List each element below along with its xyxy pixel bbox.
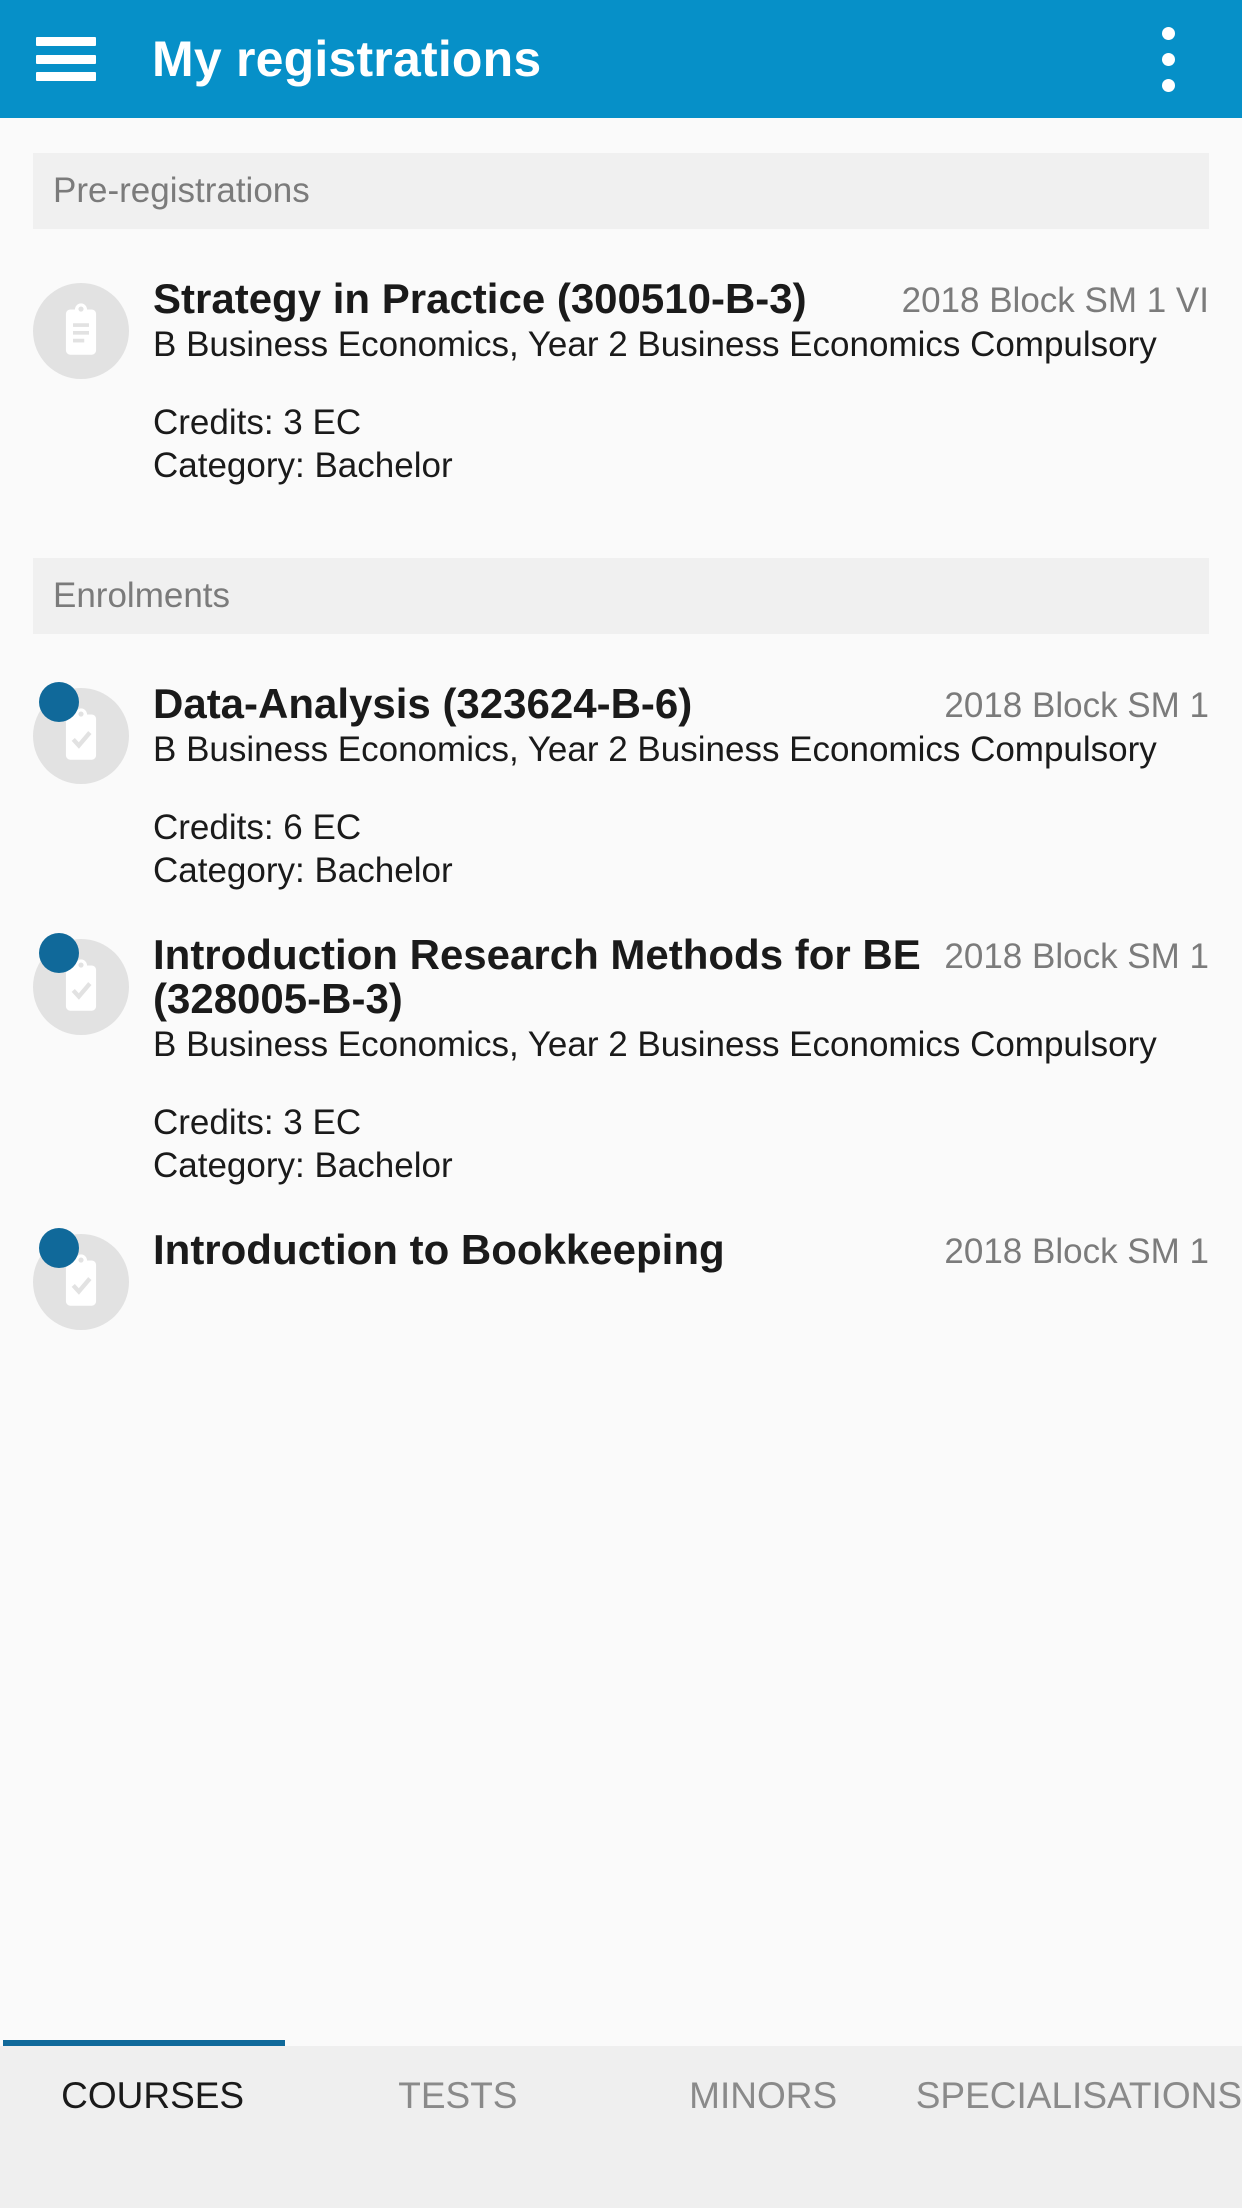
course-block: 2018 Block SM 1 VI (901, 281, 1209, 320)
section-header-label: Enrolments (53, 575, 231, 615)
course-details: Data-Analysis (323624-B-6) 2018 Block SM… (143, 679, 1209, 893)
course-title: Introduction to Bookkeeping (153, 1225, 725, 1273)
hamburger-bar-3 (36, 72, 96, 81)
more-dot-1 (1161, 26, 1175, 40)
hamburger-bar-2 (36, 54, 96, 64)
hamburger-menu-icon[interactable] (36, 37, 96, 81)
enrolment-status-badge (39, 932, 79, 973)
course-meta: Credits: 3 EC Category: Bachelor (153, 1102, 1209, 1187)
course-credits: Credits: 3 EC (153, 403, 362, 443)
list-item[interactable]: Introduction Research Methods for BE (32… (0, 893, 1242, 1188)
course-block: 2018 Block SM 1 (944, 1231, 1209, 1271)
tab-courses[interactable]: COURSES (0, 2075, 305, 2117)
course-title-line: Introduction Research Methods for BE (32… (153, 930, 1209, 1022)
section-header-pre-registrations: Pre-registrations (33, 153, 1209, 229)
course-details: Strategy in Practice (300510-B-3) 2018 B… (143, 275, 1209, 488)
course-category: Category: Bachelor (153, 446, 453, 486)
clipboard-icon (33, 283, 129, 379)
course-avatar (33, 681, 143, 893)
course-avatar (33, 932, 143, 1188)
course-meta: Credits: 3 EC Category: Bachelor (153, 402, 1209, 487)
section-header-label: Pre-registrations (53, 171, 310, 210)
course-program: B Business Economics, Year 2 Business Ec… (153, 729, 1157, 769)
course-title-line: Strategy in Practice (300510-B-3) 2018 B… (153, 275, 1209, 322)
course-title-line: Data-Analysis (323624-B-6) 2018 Block SM… (153, 679, 1209, 727)
course-details: Introduction to Bookkeeping 2018 Block S… (143, 1225, 1209, 1330)
list-item[interactable]: Strategy in Practice (300510-B-3) 2018 B… (0, 229, 1242, 488)
registrations-scroll-area[interactable]: Pre-registrations Strategy in Practice (… (0, 118, 1242, 2041)
enrolment-status-badge (39, 1227, 79, 1268)
course-title: Introduction Research Methods for BE (32… (153, 930, 921, 1022)
more-dot-2 (1161, 52, 1175, 66)
list-item[interactable]: Data-Analysis (323624-B-6) 2018 Block SM… (0, 634, 1242, 893)
course-meta: Credits: 6 EC Category: Bachelor (153, 807, 1209, 892)
course-title-line: Introduction to Bookkeeping 2018 Block S… (153, 1225, 1209, 1273)
list-item[interactable]: Introduction to Bookkeeping 2018 Block S… (0, 1188, 1242, 1330)
tab-tests[interactable]: TESTS (305, 2075, 610, 2117)
page-title: My registrations (152, 31, 542, 87)
course-program: B Business Economics, Year 2 Business Ec… (153, 1024, 1157, 1064)
tab-specialisations[interactable]: SPECIALISATIONS (916, 2075, 1242, 2117)
section-header-enrolments: Enrolments (33, 557, 1209, 634)
more-vert-icon[interactable] (1138, 0, 1198, 118)
course-title: Strategy in Practice (300510-B-3) (153, 275, 807, 322)
course-program: B Business Economics, Year 2 Business Ec… (153, 325, 1157, 365)
tab-minors[interactable]: MINORS (611, 2075, 916, 2117)
course-credits: Credits: 6 EC (153, 808, 362, 848)
more-dot-3 (1161, 78, 1175, 92)
course-title: Data-Analysis (323624-B-6) (153, 679, 693, 727)
app-bar: My registrations (0, 0, 1242, 118)
tab-list: COURSES TESTS MINORS SPECIALISATIONS (0, 2046, 1242, 2146)
hamburger-bar-1 (36, 37, 96, 46)
course-avatar (33, 277, 143, 488)
course-block: 2018 Block SM 1 (944, 936, 1209, 976)
course-category: Category: Bachelor (153, 851, 453, 891)
enrolment-status-badge (39, 681, 79, 722)
course-category: Category: Bachelor (153, 1145, 453, 1185)
course-credits: Credits: 3 EC (153, 1103, 362, 1143)
course-avatar (33, 1227, 143, 1330)
course-details: Introduction Research Methods for BE (32… (143, 930, 1209, 1188)
bottom-tab-bar: COURSES TESTS MINORS SPECIALISATIONS (0, 2040, 1242, 2208)
course-block: 2018 Block SM 1 (944, 685, 1209, 725)
